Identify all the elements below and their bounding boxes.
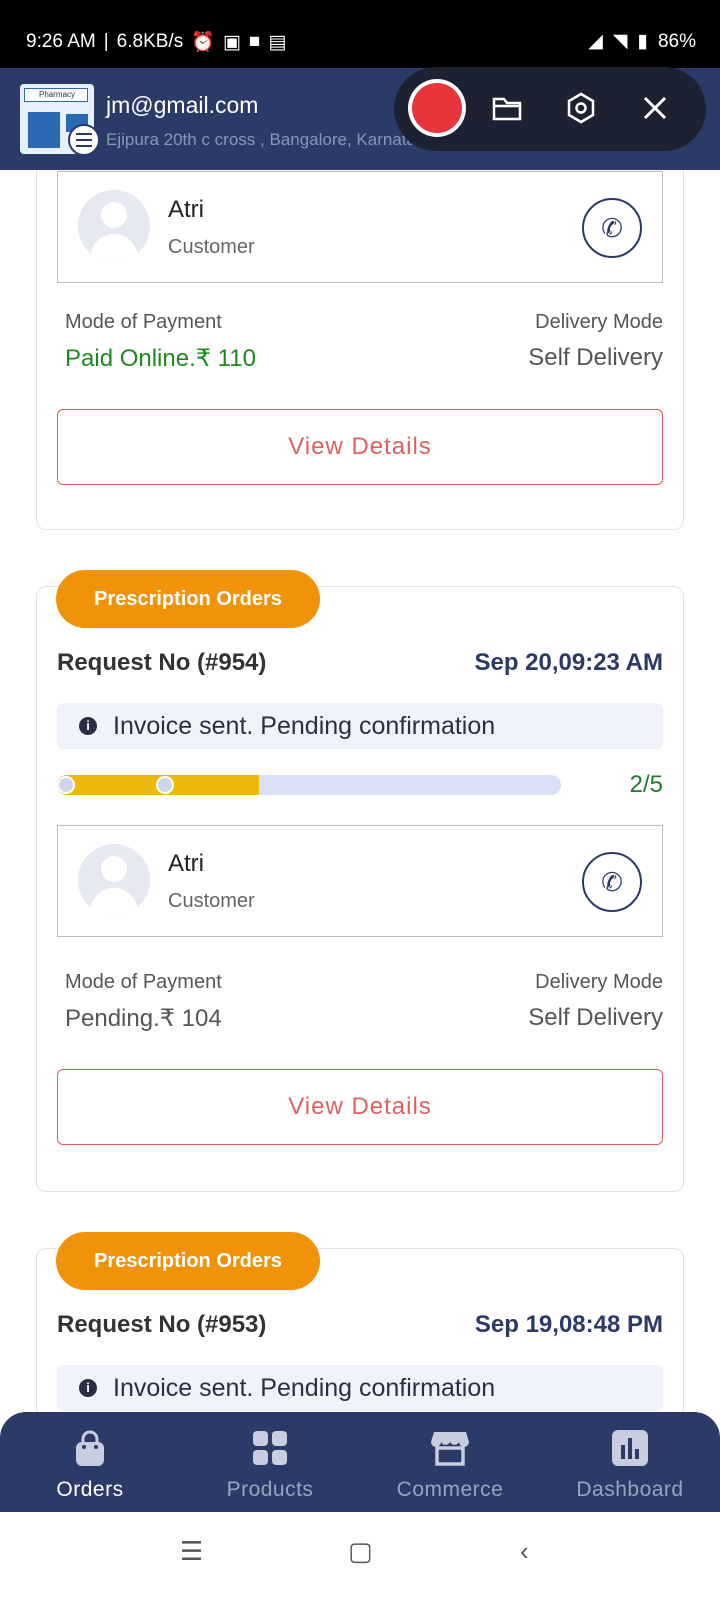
record-button[interactable] [408, 79, 466, 137]
progress-bar [57, 775, 561, 795]
status-text: Invoice sent. Pending confirmation [113, 712, 496, 740]
delivery-value: Self Delivery [528, 1004, 663, 1031]
notification-icon: ▣ [222, 31, 241, 53]
signal-icon: ◢ [588, 31, 603, 52]
customer-box: Atri Customer ✆ [57, 825, 663, 937]
nav-dashboard[interactable]: Dashboard [540, 1412, 720, 1512]
payment-label: Mode of Payment [65, 311, 222, 333]
settings-icon[interactable] [564, 91, 598, 125]
nav-label: Orders [56, 1478, 124, 1501]
payment-value: Paid Online.₹ 110 [65, 345, 256, 372]
menu-button[interactable] [68, 124, 100, 156]
nav-label: Commerce [396, 1478, 504, 1501]
home-icon[interactable]: ▢ [348, 1536, 373, 1567]
info-icon: i [79, 1379, 97, 1397]
battery-level: 86% [657, 30, 696, 52]
nav-label: Dashboard [576, 1478, 684, 1501]
status-left: 9:26 AM | 6.8KB/s ⏰ ▣ ■ ▤ [26, 31, 287, 53]
alarm-icon: ⏰ [191, 32, 215, 53]
user-email: jm@gmail.com [106, 92, 259, 118]
info-icon: i [79, 717, 97, 735]
customer-box: Atri Customer ✆ [57, 171, 663, 283]
call-button[interactable]: ✆ [582, 198, 642, 258]
view-details-button[interactable]: View Details [57, 409, 663, 485]
menu-icon [76, 133, 92, 135]
nav-commerce[interactable]: Commerce [360, 1412, 540, 1512]
progress-step [156, 776, 174, 794]
shopping-bag-icon [76, 1430, 104, 1466]
progress-step-count: 2/5 [629, 771, 663, 798]
system-navigation: ☰ ▢ ‹ [0, 1512, 720, 1600]
call-button[interactable]: ✆ [582, 852, 642, 912]
order-type-badge: Prescription Orders [56, 1232, 320, 1290]
nav-orders[interactable]: Orders [0, 1412, 180, 1512]
status-bar: 9:26 AM | 6.8KB/s ⏰ ▣ ■ ▤ ◢ ◥ ▮ 86% [0, 0, 720, 68]
network-speed: 6.8KB/s [116, 31, 184, 52]
payment-value: Pending.₹ 104 [65, 1005, 222, 1032]
logo-sign: Pharmacy [24, 88, 88, 102]
battery-icon: ▮ [637, 31, 648, 52]
recent-apps-icon[interactable]: ☰ [180, 1536, 203, 1567]
wifi-icon: ◥ [612, 31, 628, 52]
delivery-value: Self Delivery [528, 344, 663, 371]
avatar [78, 190, 150, 262]
order-date: Sep 19,08:48 PM [474, 1311, 663, 1338]
storefront-icon [431, 1432, 469, 1466]
order-card: Atri Customer ✆ Mode of Payment Paid Onl… [36, 170, 684, 530]
folder-icon[interactable] [490, 91, 524, 125]
status-banner: i Invoice sent. Pending confirmation [57, 703, 663, 749]
progress-step [57, 776, 75, 794]
payment-label: Mode of Payment [65, 971, 222, 993]
avatar [78, 844, 150, 916]
grid-icon [253, 1431, 287, 1465]
message-icon: ▤ [268, 31, 287, 53]
view-details-button[interactable]: View Details [57, 1069, 663, 1145]
status-right: ◢ ◥ ▮ 86% [588, 30, 696, 53]
nav-label: Products [226, 1478, 314, 1501]
phone-icon: ✆ [601, 867, 623, 897]
order-type-badge: Prescription Orders [56, 570, 320, 628]
phone-icon: ✆ [601, 213, 623, 243]
bar-chart-icon [612, 1430, 648, 1466]
order-date: Sep 20,09:23 AM [474, 649, 663, 676]
clock: 9:26 AM [26, 31, 96, 52]
customer-role: Customer [168, 236, 255, 258]
status-banner: i Invoice sent. Pending confirmation [57, 1365, 663, 1411]
request-number: Request No (#954) [57, 649, 267, 676]
video-icon: ■ [248, 31, 261, 52]
bottom-navigation: Orders Products Commerce Dashboard [0, 1412, 720, 1512]
screen-recorder-overlay [394, 67, 706, 151]
orders-list[interactable]: Atri Customer ✆ Mode of Payment Paid Onl… [0, 170, 720, 1412]
customer-role: Customer [168, 890, 255, 912]
delivery-label: Delivery Mode [535, 311, 663, 333]
customer-name: Atri [168, 850, 204, 877]
delivery-label: Delivery Mode [535, 971, 663, 993]
order-card: Request No (#954) Sep 20,09:23 AM i Invo… [36, 586, 684, 1192]
back-icon[interactable]: ‹ [520, 1536, 529, 1567]
nav-products[interactable]: Products [180, 1412, 360, 1512]
request-number: Request No (#953) [57, 1311, 267, 1338]
close-icon[interactable] [638, 91, 672, 125]
status-text: Invoice sent. Pending confirmation [113, 1374, 496, 1402]
customer-name: Atri [168, 196, 204, 223]
